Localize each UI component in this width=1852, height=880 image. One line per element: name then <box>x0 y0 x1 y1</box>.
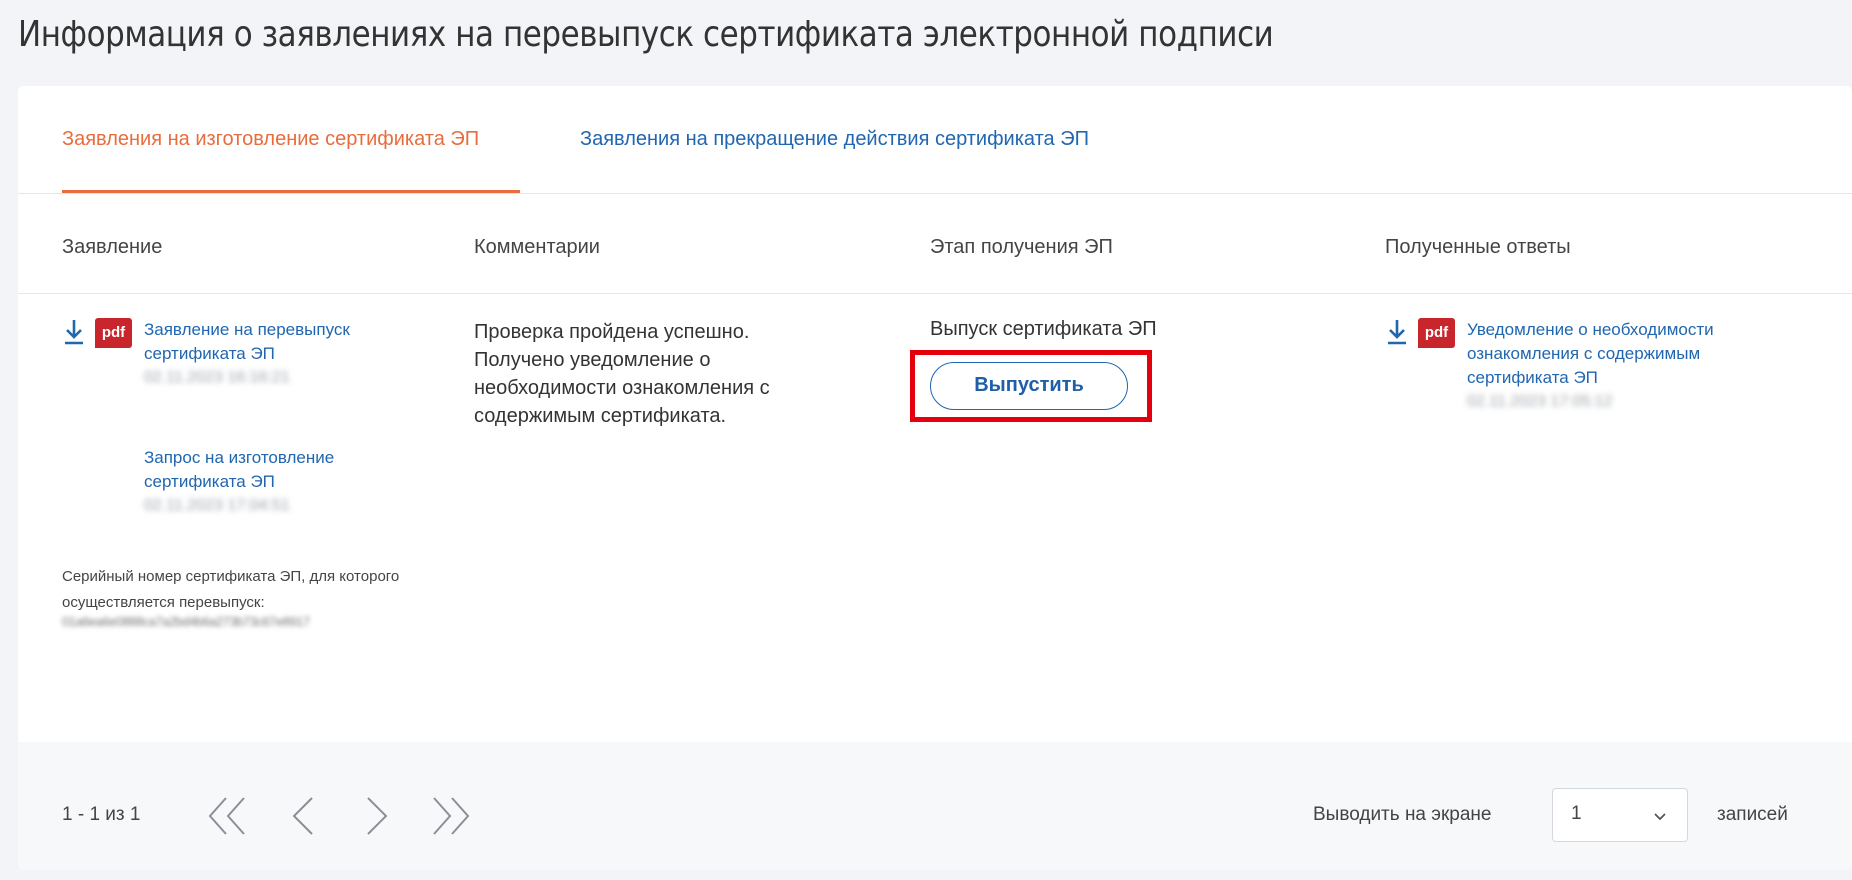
comment-text: Проверка пройдена успешно. Получено увед… <box>474 321 770 427</box>
request-document-link[interactable]: Запрос на изготовление сертификата ЭП 02… <box>144 446 404 518</box>
tab-production-applications[interactable]: Заявления на изготовление сертификата ЭП <box>62 128 479 151</box>
first-page-icon[interactable] <box>204 786 252 846</box>
applications-card: Заявления на изготовление сертификата ЭП… <box>18 86 1852 870</box>
table-header: Заявление Комментарии Этап получения ЭП … <box>18 194 1852 294</box>
stage-text: Выпуск сертификата ЭП <box>930 318 1157 340</box>
serial-number-value: 01a6ea6e0888ca7a2bd4b6a273b73c67e8917 <box>62 614 310 629</box>
prev-page-icon[interactable] <box>280 786 328 846</box>
tabs-bar: Заявления на изготовление сертификата ЭП… <box>18 86 1852 194</box>
download-icon[interactable] <box>1385 318 1409 346</box>
response-document-link[interactable]: Уведомление о необходимости ознакомления… <box>1467 318 1767 414</box>
pdf-icon: pdf <box>1418 318 1455 348</box>
document-date: 02.11.2023 17:05:12 <box>1467 393 1613 410</box>
last-page-icon[interactable] <box>426 786 474 846</box>
next-page-icon[interactable] <box>354 786 402 846</box>
page-size-select[interactable]: 1 <box>1552 788 1688 842</box>
column-header-comments: Комментарии <box>474 236 600 258</box>
tab-termination-applications[interactable]: Заявления на прекращение действия сертиф… <box>580 128 1089 151</box>
column-header-stage: Этап получения ЭП <box>930 236 1113 258</box>
column-header-responses: Полученные ответы <box>1385 236 1571 258</box>
pagination-footer: 1 - 1 из 1 Выводить на экране 1 записей <box>18 742 1852 870</box>
serial-number-label: Серийный номер сертификата ЭП, для котор… <box>62 568 400 611</box>
column-header-application: Заявление <box>62 236 163 258</box>
application-document-link[interactable]: Заявление на перевыпуск сертификата ЭП 0… <box>144 318 404 390</box>
records-label: записей <box>1717 804 1788 825</box>
download-icon[interactable] <box>62 318 86 346</box>
pdf-icon: pdf <box>95 318 132 348</box>
page-size-label: Выводить на экране <box>1313 804 1492 825</box>
issue-button[interactable]: Выпустить <box>930 362 1128 410</box>
page-title: Информация о заявлениях на перевыпуск се… <box>18 14 1274 55</box>
page-size-value: 1 <box>1571 803 1582 824</box>
pagination-range: 1 - 1 из 1 <box>62 804 141 825</box>
active-tab-indicator <box>62 190 520 193</box>
document-date: 02.11.2023 16:16:21 <box>144 369 290 386</box>
document-date: 02.11.2023 17:04:51 <box>144 497 290 514</box>
chevron-down-icon <box>1654 813 1666 821</box>
